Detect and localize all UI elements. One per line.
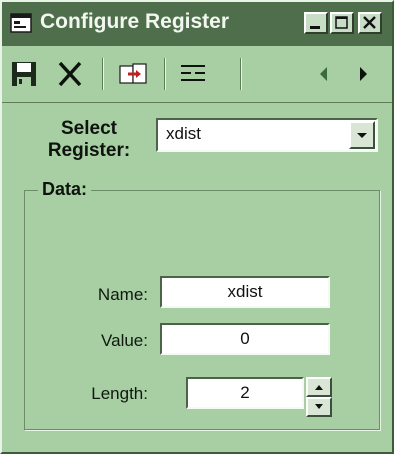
prev-icon[interactable] bbox=[316, 64, 332, 84]
register-select-value: xdist bbox=[166, 124, 201, 143]
spin-up-button[interactable] bbox=[306, 377, 332, 397]
delete-icon[interactable] bbox=[56, 60, 84, 88]
minimize-icon bbox=[310, 26, 320, 29]
maximize-button[interactable] bbox=[330, 12, 354, 34]
name-field[interactable]: xdist bbox=[160, 276, 330, 308]
arrow-down-icon bbox=[315, 404, 323, 409]
select-register-label: Select Register: bbox=[47, 118, 131, 161]
spin-down-button[interactable] bbox=[306, 397, 332, 417]
toolbar-separator bbox=[240, 58, 242, 90]
close-button[interactable] bbox=[358, 12, 382, 34]
title-bar[interactable]: Configure Register bbox=[2, 2, 392, 46]
next-icon[interactable] bbox=[356, 64, 372, 84]
export-icon[interactable] bbox=[118, 60, 148, 88]
value-field[interactable]: 0 bbox=[160, 323, 330, 355]
maximize-icon bbox=[335, 16, 348, 29]
data-group-title: Data: bbox=[38, 179, 92, 200]
save-icon[interactable] bbox=[10, 60, 38, 88]
list-icon[interactable] bbox=[178, 60, 208, 88]
register-select[interactable]: xdist bbox=[156, 118, 378, 152]
configure-register-window: Configure Register Select Register: xdis… bbox=[0, 0, 394, 454]
form-icon bbox=[10, 13, 32, 33]
value-label: Value: bbox=[101, 331, 148, 350]
window-title: Configure Register bbox=[40, 10, 230, 33]
length-label: Length: bbox=[91, 384, 148, 403]
chevron-down-icon bbox=[357, 133, 367, 138]
close-icon bbox=[363, 16, 376, 29]
register-dropdown-button[interactable] bbox=[349, 121, 375, 149]
length-spinner bbox=[306, 377, 332, 417]
toolbar-separator bbox=[102, 58, 104, 90]
toolbar bbox=[2, 46, 392, 103]
arrow-up-icon bbox=[315, 385, 323, 390]
length-field[interactable]: 2 bbox=[186, 377, 304, 409]
toolbar-separator bbox=[164, 58, 166, 90]
minimize-button[interactable] bbox=[304, 12, 328, 34]
name-label: Name: bbox=[97, 285, 148, 304]
